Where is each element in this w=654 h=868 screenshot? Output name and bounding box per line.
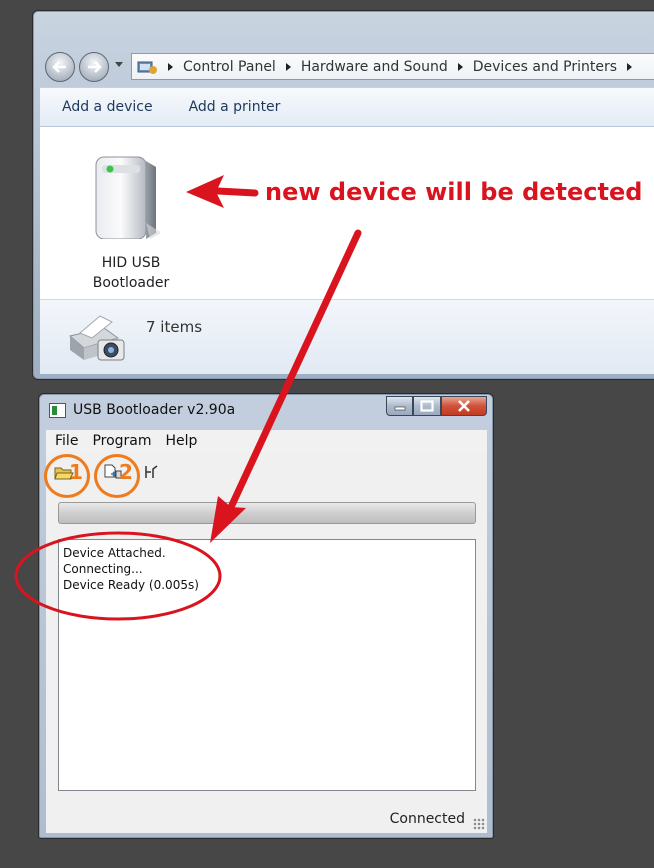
log-output[interactable]: Device Attached. Connecting... Device Re… [58,539,476,791]
minimize-button[interactable] [386,396,413,416]
control-panel-icon [136,59,158,75]
app-icon [49,403,66,418]
progress-bar [58,502,476,524]
devices-area: HID USB Bootloader [40,127,654,299]
forward-arrow-icon [88,61,102,73]
connection-status: Connected [389,811,465,827]
command-bar: Add a device Add a printer [40,87,654,127]
breadcrumb-hardware-sound[interactable]: Hardware and Sound [276,59,448,75]
caption-buttons [386,396,487,416]
menu-help[interactable]: Help [166,433,198,449]
device-label-line1: HID USB [101,255,161,271]
menu-file[interactable]: File [55,433,78,449]
resize-grip[interactable] [473,818,485,830]
breadcrumb-control-panel[interactable]: Control Panel [158,59,276,75]
maximize-button[interactable] [413,396,441,416]
minimize-icon [394,406,405,411]
maximize-icon [420,400,434,412]
toolbar: 1 2 [44,452,487,498]
add-device-button[interactable]: Add a device [62,99,153,115]
status-bar: Connected [46,804,487,832]
address-bar[interactable]: Control Panel Hardware and Sound Devices… [131,53,654,80]
reset-device-button[interactable] [141,462,163,482]
printer-camera-icon [60,308,128,368]
step2-number: 2 [119,460,133,484]
history-dropdown[interactable] [115,62,123,67]
details-pane: 7 items [40,299,654,374]
breadcrumb-devices-printers[interactable]: Devices and Printers [448,59,617,75]
forward-button[interactable] [79,52,109,82]
menu-bar: File Program Help [46,430,487,452]
log-line: Connecting... [63,562,143,576]
reset-icon [145,465,158,478]
window-title: USB Bootloader v2.90a [73,402,236,418]
hid-device-label: HID USB Bootloader [76,253,186,293]
back-arrow-icon [52,61,66,73]
add-printer-button[interactable]: Add a printer [189,99,281,115]
log-line: Device Attached. [63,546,166,560]
items-count: 7 items [146,318,203,336]
client-area: 1 2 Device Attached. Connecting... Devic… [44,452,487,833]
step1-number: 1 [69,460,83,484]
usb-bootloader-window: USB Bootloader v2.90a File Program Help [38,393,494,839]
log-line: Device Ready (0.005s) [63,578,199,592]
close-button[interactable] [441,396,487,416]
back-button[interactable] [45,52,75,82]
breadcrumb-more[interactable] [617,62,642,71]
menu-program[interactable]: Program [92,433,151,449]
device-label-line2: Bootloader [92,275,170,291]
annotation-text: new device will be detected [265,178,643,206]
hid-device-icon[interactable] [90,147,162,240]
close-icon [458,400,470,412]
